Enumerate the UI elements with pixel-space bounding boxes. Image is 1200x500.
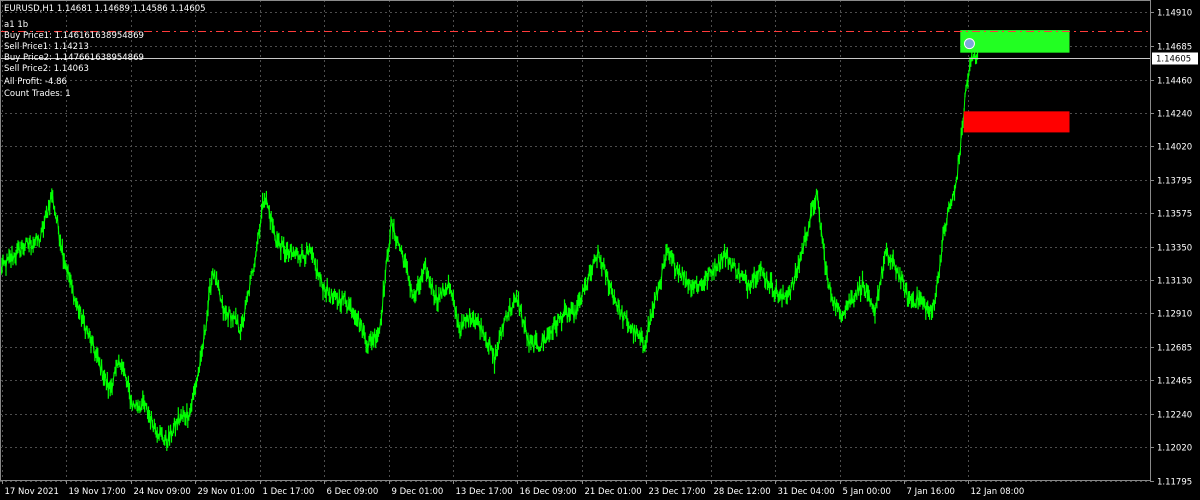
x-tick-label: 1 Dec 17:00 bbox=[263, 487, 315, 497]
x-tick-label: 24 Nov 09:00 bbox=[134, 487, 191, 497]
x-tick-label: 6 Dec 09:00 bbox=[327, 487, 379, 497]
y-tick-label: 1.12020 bbox=[1157, 444, 1192, 454]
info-small-tag: a1 1b bbox=[4, 20, 29, 30]
y-tick-label: 1.11795 bbox=[1157, 478, 1192, 488]
y-tick-label: 1.13130 bbox=[1157, 277, 1192, 287]
y-tick-label: 1.14020 bbox=[1157, 143, 1192, 153]
y-tick-label: 1.12240 bbox=[1157, 411, 1192, 421]
sell-zone bbox=[963, 111, 1070, 133]
y-tick-label: 1.12910 bbox=[1157, 310, 1192, 320]
x-tick-label: 17 Nov 2021 bbox=[5, 487, 59, 497]
x-tick-label: 23 Dec 17:00 bbox=[649, 487, 706, 497]
info-all-profit: All Profit: -4.86 bbox=[4, 77, 67, 87]
info-sell-price2: Sell Price2: 1.14063 bbox=[4, 64, 89, 74]
x-tick-label: 12 Jan 08:00 bbox=[971, 487, 1025, 497]
y-tick-label: 1.14910 bbox=[1157, 9, 1192, 19]
x-tick-label: 5 Jan 00:00 bbox=[843, 487, 891, 497]
y-tick-label: 1.14685 bbox=[1157, 43, 1192, 53]
y-tick-label: 1.14460 bbox=[1157, 77, 1192, 87]
price-chart[interactable]: 1.14605 1.149101.146851.144601.142401.14… bbox=[0, 0, 1200, 500]
chart-background bbox=[0, 0, 1200, 500]
y-tick-label: 1.13795 bbox=[1157, 177, 1192, 187]
y-tick-label: 1.13350 bbox=[1157, 244, 1192, 254]
y-tick-label: 1.12465 bbox=[1157, 377, 1192, 387]
x-tick-label: 7 Jan 16:00 bbox=[907, 487, 955, 497]
price-axis: 1.14910 1.14685 1.14460 1.14240 1.14020 1.137… bbox=[1150, 9, 1192, 488]
trade-entry-marker bbox=[963, 38, 975, 50]
x-tick-label: 9 Dec 01:00 bbox=[392, 487, 444, 497]
x-tick-label: 31 Dec 04:00 bbox=[778, 487, 835, 497]
x-tick-label: 28 Dec 12:00 bbox=[714, 487, 771, 497]
x-tick-label: 29 Nov 01:00 bbox=[198, 487, 255, 497]
info-sell-price1: Sell Price1: 1.14213 bbox=[4, 42, 89, 52]
info-buy-price1: Buy Price1: 1.146161638954869 bbox=[4, 31, 144, 41]
x-tick-label: 16 Dec 09:00 bbox=[520, 487, 577, 497]
info-buy-price2: Buy Price2: 1.147661638954869 bbox=[4, 53, 144, 63]
info-count-trades: Count Trades: 1 bbox=[4, 89, 71, 99]
current-price-label: 1.14605 bbox=[1156, 55, 1191, 65]
x-tick-label: 19 Nov 17:00 bbox=[69, 487, 126, 497]
buy-zone bbox=[960, 30, 1070, 53]
x-tick-label: 21 Dec 01:00 bbox=[585, 487, 642, 497]
x-tick-label: 13 Dec 17:00 bbox=[456, 487, 513, 497]
y-tick-label: 1.14240 bbox=[1157, 110, 1192, 120]
y-tick-label: 1.13575 bbox=[1157, 210, 1192, 220]
symbol-header: EURUSD,H1 1.14681 1.14689 1.14586 1.1460… bbox=[4, 4, 206, 14]
y-tick-label: 1.12685 bbox=[1157, 344, 1192, 354]
